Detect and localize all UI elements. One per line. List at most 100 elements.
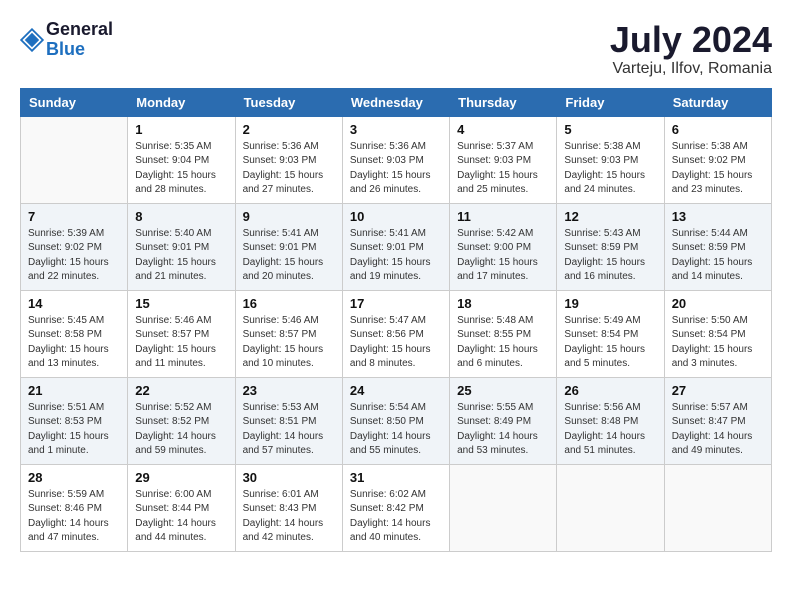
day-info: Sunrise: 6:01 AM Sunset: 8:43 PM Dayligh… — [243, 488, 335, 546]
calendar-table: SundayMondayTuesdayWednesdayThursdayFrid… — [20, 88, 772, 552]
day-info: Sunrise: 5:57 AM Sunset: 8:47 PM Dayligh… — [672, 401, 764, 459]
calendar-cell: 17 Sunrise: 5:47 AM Sunset: 8:56 PM Dayli… — [342, 290, 449, 377]
calendar-cell — [664, 464, 771, 551]
day-number: 30 — [243, 470, 335, 485]
calendar-cell — [21, 116, 128, 203]
day-number: 31 — [350, 470, 442, 485]
day-info: Sunrise: 5:45 AM Sunset: 8:58 PM Dayligh… — [28, 314, 120, 372]
month-year-title: July 2024 — [610, 20, 772, 60]
day-info: Sunrise: 5:52 AM Sunset: 8:52 PM Dayligh… — [135, 401, 227, 459]
day-number: 25 — [457, 383, 549, 398]
day-number: 4 — [457, 122, 549, 137]
day-info: Sunrise: 5:55 AM Sunset: 8:49 PM Dayligh… — [457, 401, 549, 459]
day-number: 3 — [350, 122, 442, 137]
day-number: 12 — [564, 209, 656, 224]
calendar-cell: 8 Sunrise: 5:40 AM Sunset: 9:01 PM Daylig… — [128, 203, 235, 290]
day-info: Sunrise: 5:38 AM Sunset: 9:03 PM Dayligh… — [564, 140, 656, 198]
day-info: Sunrise: 5:41 AM Sunset: 9:01 PM Dayligh… — [243, 227, 335, 285]
day-number: 10 — [350, 209, 442, 224]
calendar-cell: 29Sunrise: 6:00 AM Sunset: 8:44 PM Dayli… — [128, 464, 235, 551]
day-info: Sunrise: 5:59 AM Sunset: 8:46 PM Dayligh… — [28, 488, 120, 546]
day-info: Sunrise: 5:36 AM Sunset: 9:03 PM Dayligh… — [350, 140, 442, 198]
day-info: Sunrise: 5:51 AM Sunset: 8:53 PM Dayligh… — [28, 401, 120, 459]
day-number: 2 — [243, 122, 335, 137]
page-header: General Blue July 2024 Varteju, Ilfov, R… — [20, 20, 772, 78]
calendar-cell: 4 Sunrise: 5:37 AM Sunset: 9:03 PM Daylig… — [450, 116, 557, 203]
calendar-cell: 1 Sunrise: 5:35 AM Sunset: 9:04 PM Daylig… — [128, 116, 235, 203]
day-number: 22 — [135, 383, 227, 398]
day-info: Sunrise: 5:46 AM Sunset: 8:57 PM Dayligh… — [243, 314, 335, 372]
day-info: Sunrise: 5:41 AM Sunset: 9:01 PM Dayligh… — [350, 227, 442, 285]
day-number: 11 — [457, 209, 549, 224]
day-number: 23 — [243, 383, 335, 398]
day-number: 15 — [135, 296, 227, 311]
calendar-cell: 30 Sunrise: 6:01 AM Sunset: 8:43 PM Dayli… — [235, 464, 342, 551]
calendar-cell: 28 Sunrise: 5:59 AM Sunset: 8:46 PM Dayli… — [21, 464, 128, 551]
day-number: 28 — [28, 470, 120, 485]
calendar-cell: 21 Sunrise: 5:51 AM Sunset: 8:53 PM Dayli… — [21, 377, 128, 464]
day-info: Sunrise: 5:54 AM Sunset: 8:50 PM Dayligh… — [350, 401, 442, 459]
day-info: Sunrise: 5:39 AM Sunset: 9:02 PM Dayligh… — [28, 227, 120, 285]
location-subtitle: Varteju, Ilfov, Romania — [610, 60, 772, 78]
day-info: Sunrise: 5:46 AM Sunset: 8:57 PM Dayligh… — [135, 314, 227, 372]
calendar-cell: 6Sunrise: 5:38 AM Sunset: 9:02 PM Daylig… — [664, 116, 771, 203]
day-number: 19 — [564, 296, 656, 311]
day-info: Sunrise: 6:02 AM Sunset: 8:42 PM Dayligh… — [350, 488, 442, 546]
weekday-header-monday: Monday — [128, 88, 235, 116]
calendar-cell: 11Sunrise: 5:42 AM Sunset: 9:00 PM Dayli… — [450, 203, 557, 290]
day-number: 1 — [135, 122, 227, 137]
day-info: Sunrise: 5:40 AM Sunset: 9:01 PM Dayligh… — [135, 227, 227, 285]
day-number: 13 — [672, 209, 764, 224]
calendar-week-row: 1 Sunrise: 5:35 AM Sunset: 9:04 PM Daylig… — [21, 116, 772, 203]
calendar-week-row: 7Sunrise: 5:39 AM Sunset: 9:02 PM Daylig… — [21, 203, 772, 290]
day-number: 18 — [457, 296, 549, 311]
day-number: 8 — [135, 209, 227, 224]
day-info: Sunrise: 5:44 AM Sunset: 8:59 PM Dayligh… — [672, 227, 764, 285]
calendar-cell: 5 Sunrise: 5:38 AM Sunset: 9:03 PM Daylig… — [557, 116, 664, 203]
logo-icon — [20, 28, 44, 52]
day-number: 27 — [672, 383, 764, 398]
calendar-cell: 7Sunrise: 5:39 AM Sunset: 9:02 PM Daylig… — [21, 203, 128, 290]
logo-text: General Blue — [46, 20, 113, 60]
calendar-cell: 13 Sunrise: 5:44 AM Sunset: 8:59 PM Dayli… — [664, 203, 771, 290]
title-block: July 2024 Varteju, Ilfov, Romania — [610, 20, 772, 78]
weekday-header-wednesday: Wednesday — [342, 88, 449, 116]
day-info: Sunrise: 5:50 AM Sunset: 8:54 PM Dayligh… — [672, 314, 764, 372]
calendar-cell: 2 Sunrise: 5:36 AM Sunset: 9:03 PM Daylig… — [235, 116, 342, 203]
day-number: 16 — [243, 296, 335, 311]
day-info: Sunrise: 5:53 AM Sunset: 8:51 PM Dayligh… — [243, 401, 335, 459]
weekday-header-sunday: Sunday — [21, 88, 128, 116]
day-info: Sunrise: 5:38 AM Sunset: 9:02 PM Dayligh… — [672, 140, 764, 198]
calendar-week-row: 21 Sunrise: 5:51 AM Sunset: 8:53 PM Dayli… — [21, 377, 772, 464]
calendar-cell: 19Sunrise: 5:49 AM Sunset: 8:54 PM Dayli… — [557, 290, 664, 377]
day-info: Sunrise: 5:48 AM Sunset: 8:55 PM Dayligh… — [457, 314, 549, 372]
day-number: 21 — [28, 383, 120, 398]
day-number: 24 — [350, 383, 442, 398]
day-info: Sunrise: 5:56 AM Sunset: 8:48 PM Dayligh… — [564, 401, 656, 459]
calendar-week-row: 14Sunrise: 5:45 AM Sunset: 8:58 PM Dayli… — [21, 290, 772, 377]
calendar-cell: 14Sunrise: 5:45 AM Sunset: 8:58 PM Dayli… — [21, 290, 128, 377]
weekday-header-tuesday: Tuesday — [235, 88, 342, 116]
day-number: 26 — [564, 383, 656, 398]
calendar-cell: 15 Sunrise: 5:46 AM Sunset: 8:57 PM Dayli… — [128, 290, 235, 377]
calendar-cell: 24 Sunrise: 5:54 AM Sunset: 8:50 PM Dayli… — [342, 377, 449, 464]
day-number: 29 — [135, 470, 227, 485]
day-info: Sunrise: 5:37 AM Sunset: 9:03 PM Dayligh… — [457, 140, 549, 198]
day-info: Sunrise: 5:36 AM Sunset: 9:03 PM Dayligh… — [243, 140, 335, 198]
day-number: 17 — [350, 296, 442, 311]
day-number: 20 — [672, 296, 764, 311]
logo: General Blue — [20, 20, 113, 60]
calendar-cell: 20 Sunrise: 5:50 AM Sunset: 8:54 PM Dayli… — [664, 290, 771, 377]
calendar-cell: 26 Sunrise: 5:56 AM Sunset: 8:48 PM Dayli… — [557, 377, 664, 464]
logo-general: General — [46, 20, 113, 40]
day-number: 5 — [564, 122, 656, 137]
calendar-cell: 25 Sunrise: 5:55 AM Sunset: 8:49 PM Dayli… — [450, 377, 557, 464]
day-info: Sunrise: 5:35 AM Sunset: 9:04 PM Dayligh… — [135, 140, 227, 198]
day-number: 9 — [243, 209, 335, 224]
calendar-cell: 3 Sunrise: 5:36 AM Sunset: 9:03 PM Daylig… — [342, 116, 449, 203]
calendar-cell: 18 Sunrise: 5:48 AM Sunset: 8:55 PM Dayli… — [450, 290, 557, 377]
calendar-cell: 22 Sunrise: 5:52 AM Sunset: 8:52 PM Dayli… — [128, 377, 235, 464]
day-info: Sunrise: 5:47 AM Sunset: 8:56 PM Dayligh… — [350, 314, 442, 372]
calendar-cell: 16 Sunrise: 5:46 AM Sunset: 8:57 PM Dayli… — [235, 290, 342, 377]
calendar-cell — [557, 464, 664, 551]
